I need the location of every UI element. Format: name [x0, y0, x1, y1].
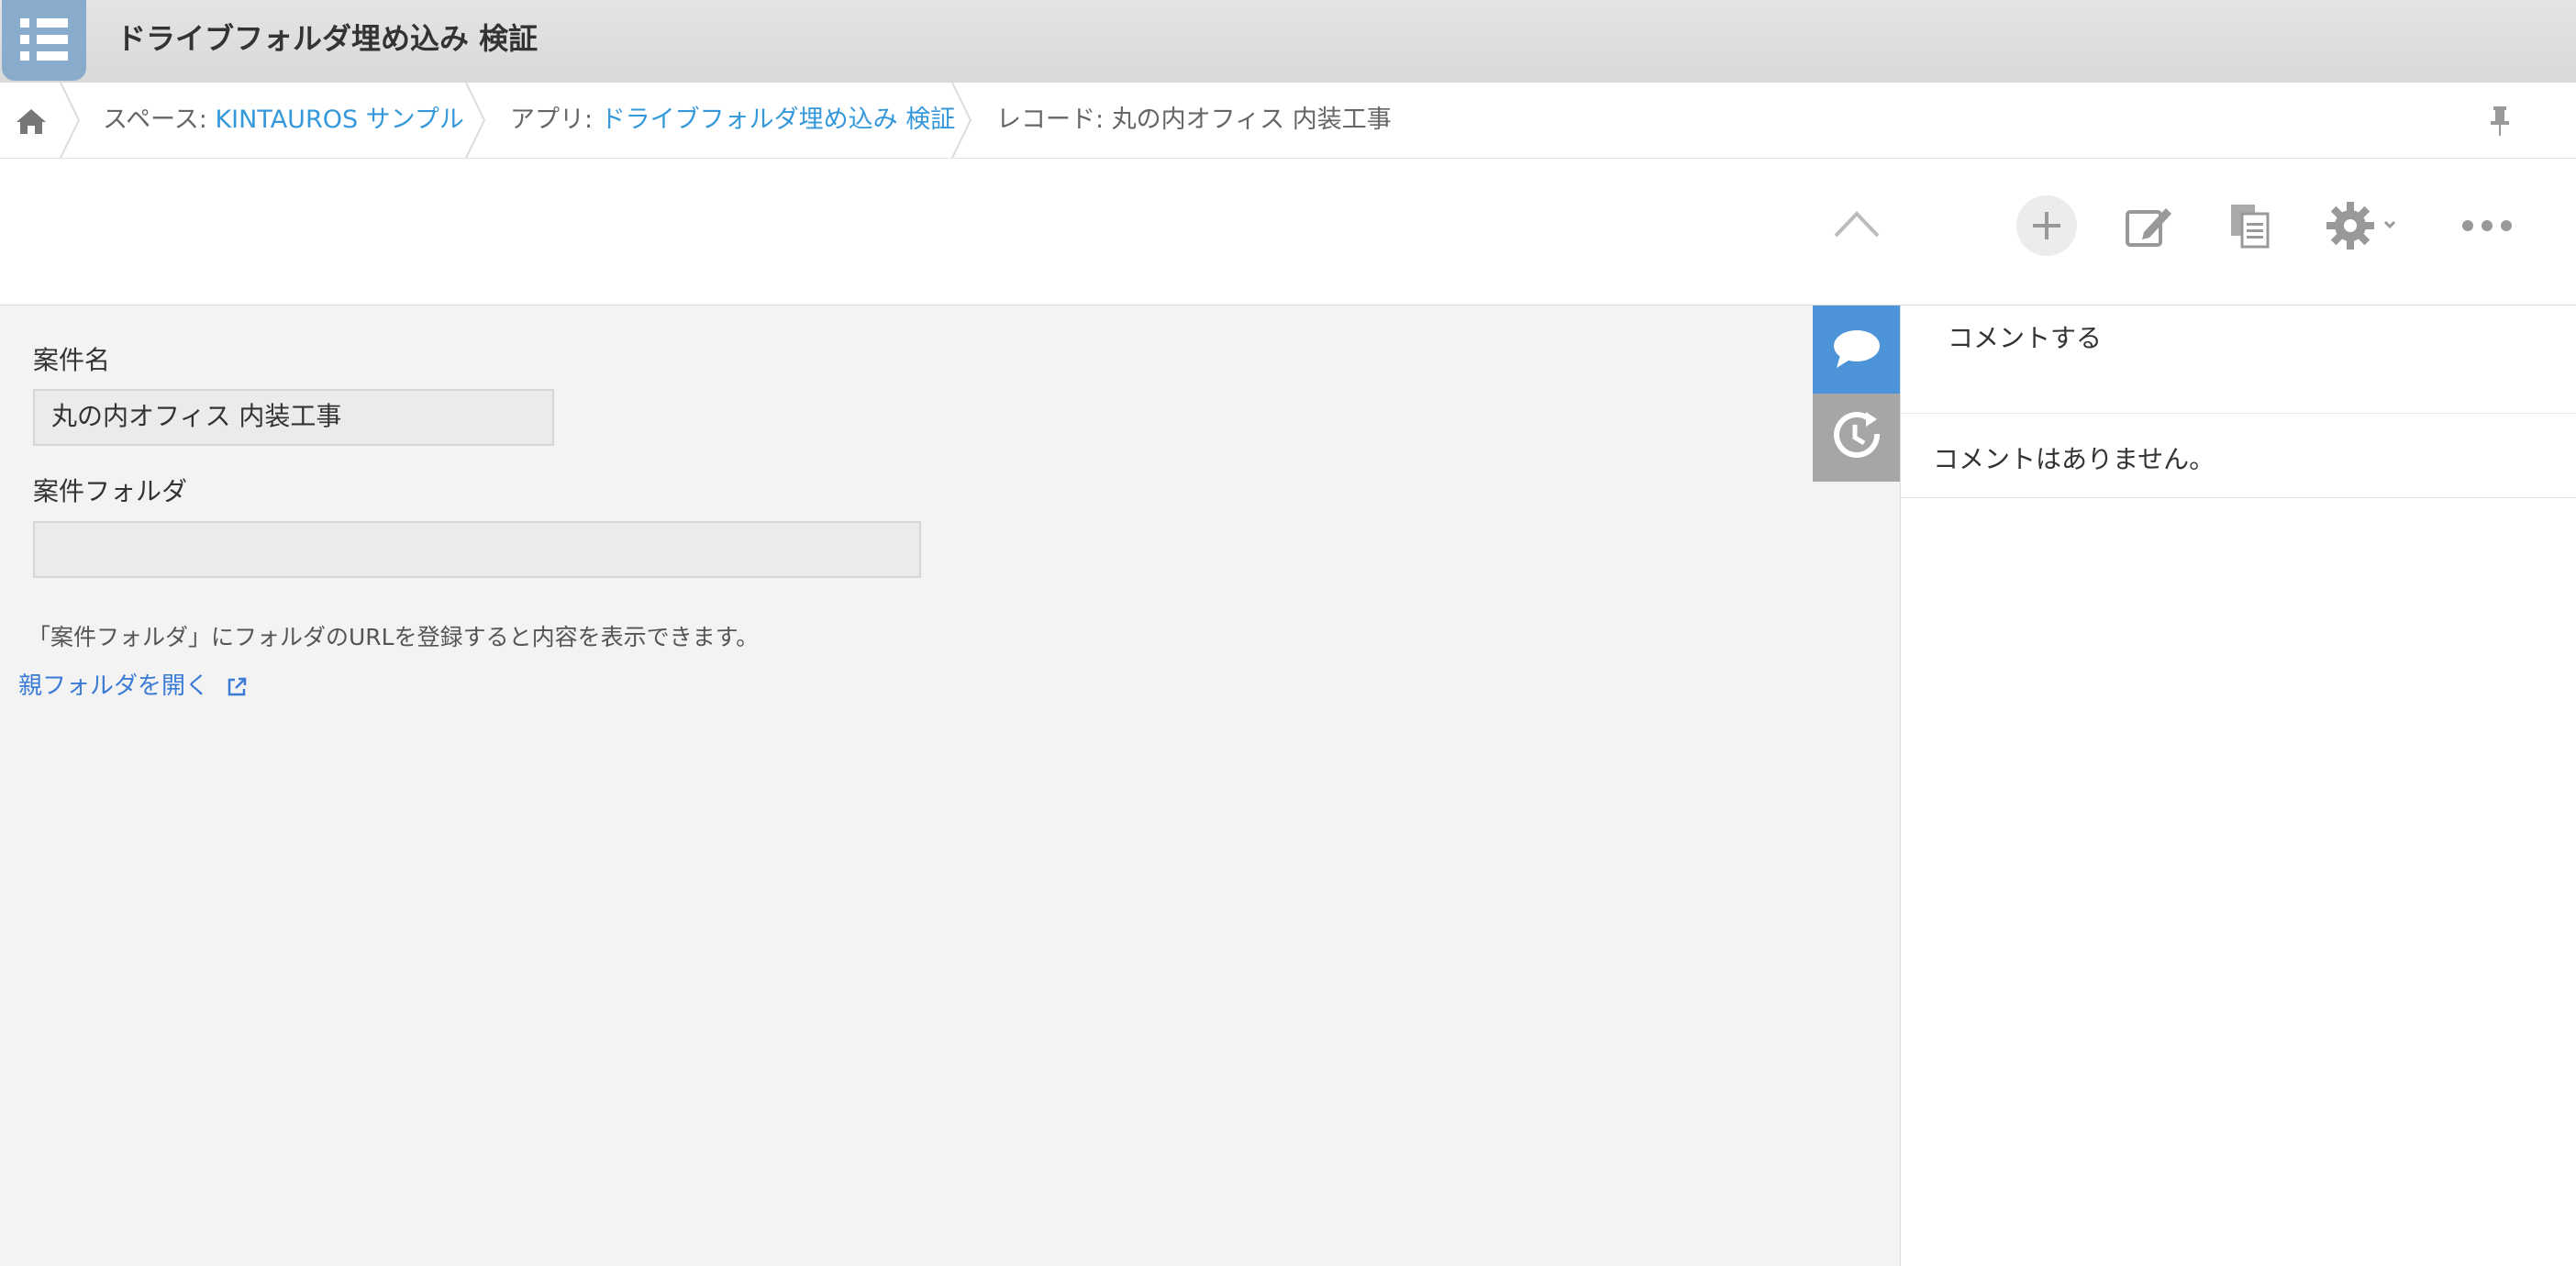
breadcrumb-record-prefix: レコード:: [996, 106, 1112, 134]
record-form: 案件名 丸の内オフィス 内装工事 案件フォルダ 「案件フォルダ」にフォルダのUR…: [0, 305, 1813, 1266]
comment-input-placeholder: コメントする: [1948, 323, 2103, 353]
field-value-project-folder: [33, 521, 921, 578]
chevron-up-icon[interactable]: [1825, 194, 1889, 258]
comment-panel: コメントする コメントはありません。: [1900, 305, 2576, 1266]
breadcrumb: スペース: KINTAUROS サンプル アプリ: ドライブフォルダ埋め込み 検…: [0, 83, 2576, 159]
no-comments-message: コメントはありません。: [1933, 444, 2215, 474]
field-value-project-name: 丸の内オフィス 内装工事: [33, 389, 554, 446]
edit-icon[interactable]: [2116, 194, 2181, 258]
external-link-icon: [228, 677, 247, 695]
breadcrumb-space-prefix: スペース:: [103, 106, 216, 134]
breadcrumb-app-prefix: アプリ:: [510, 106, 601, 134]
breadcrumb-space[interactable]: スペース: KINTAUROS サンプル: [103, 105, 464, 136]
tab-history[interactable]: [1813, 394, 1901, 482]
home-icon[interactable]: [13, 103, 50, 139]
open-parent-folder-label: 親フォルダを開く: [18, 672, 210, 700]
app-title: ドライブフォルダ埋め込み 検証: [117, 21, 539, 56]
plus-icon[interactable]: [2015, 194, 2079, 258]
duplicate-icon[interactable]: [2218, 194, 2282, 258]
comment-divider: [1901, 497, 2576, 498]
app-list-icon[interactable]: [2, 0, 86, 81]
history-icon: [1834, 411, 1881, 458]
breadcrumb-separator: [465, 83, 486, 158]
more-icon[interactable]: [2455, 194, 2519, 258]
open-parent-folder-link[interactable]: 親フォルダを開く: [18, 671, 248, 702]
comment-icon: [1834, 330, 1880, 368]
breadcrumb-separator: [951, 83, 972, 158]
comment-input[interactable]: コメントする: [1901, 305, 2576, 414]
gear-icon[interactable]: [2321, 194, 2405, 258]
field-label-project-folder: 案件フォルダ: [33, 476, 188, 506]
breadcrumb-record: レコード: 丸の内オフィス 内装工事: [996, 105, 1392, 136]
breadcrumb-app[interactable]: アプリ: ドライブフォルダ埋め込み 検証: [510, 105, 955, 136]
breadcrumb-separator: [60, 83, 81, 158]
breadcrumb-space-link[interactable]: KINTAUROS サンプル: [215, 106, 463, 134]
folder-note: 「案件フォルダ」にフォルダのURLを登録すると内容を表示できます。: [28, 624, 760, 650]
tab-comments[interactable]: [1813, 305, 1901, 394]
breadcrumb-app-link[interactable]: ドライブフォルダ埋め込み 検証: [601, 106, 956, 134]
record-toolbar: [0, 159, 2576, 305]
breadcrumb-record-name: 丸の内オフィス 内装工事: [1111, 106, 1392, 134]
field-label-project-name: 案件名: [33, 345, 111, 375]
pin-icon[interactable]: [2486, 103, 2514, 139]
app-header: ドライブフォルダ埋め込み 検証: [0, 0, 2576, 83]
